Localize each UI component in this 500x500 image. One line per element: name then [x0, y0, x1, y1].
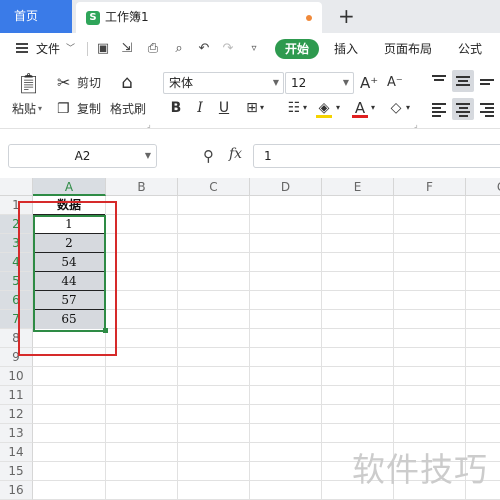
font-name-value: 宋体 — [169, 76, 194, 90]
undo-icon[interactable]: ↶ — [196, 41, 212, 57]
column-header-f[interactable]: F — [394, 178, 466, 196]
chevron-down-icon[interactable]: ﹀ — [66, 33, 75, 65]
menu-page-layout[interactable]: 页面布局 — [384, 33, 432, 65]
lines — [480, 79, 494, 87]
gridline — [177, 196, 178, 500]
select-all-corner[interactable] — [0, 178, 33, 196]
row-header[interactable]: 10 — [0, 367, 33, 386]
save-icon[interactable]: ▣ — [95, 41, 111, 57]
print-icon[interactable]: ⎙ — [145, 41, 161, 57]
chevron-down-icon: ▼ — [144, 151, 151, 160]
column-header-bar: A B C D E F G — [0, 178, 500, 196]
customize-toolbar-icon[interactable]: ▿ — [246, 41, 262, 57]
gridline — [33, 404, 500, 405]
copy-icon[interactable]: ❐ — [57, 100, 70, 118]
lines — [432, 103, 446, 119]
paste-chevron-icon[interactable]: ▾ — [38, 101, 42, 117]
chevron-down-icon[interactable]: ▾ — [333, 98, 343, 118]
chevron-down-icon[interactable]: ▾ — [368, 98, 378, 118]
name-box[interactable]: A2 ▼ — [8, 144, 157, 168]
align-middle-icon[interactable] — [452, 70, 474, 92]
gridline — [33, 423, 500, 424]
font-size-value: 12 — [291, 76, 307, 90]
gridline — [249, 196, 250, 500]
italic-button[interactable]: I — [190, 98, 210, 118]
unsaved-dot-icon — [306, 15, 312, 21]
tab-bar: 首页 S 工作簿1 + — [0, 0, 500, 33]
column-header-g[interactable]: G — [466, 178, 500, 196]
gridline — [33, 385, 500, 386]
chevron-down-icon[interactable]: ▾ — [300, 98, 310, 118]
format-painter-button[interactable]: 格式刷 — [110, 101, 146, 117]
column-header-c[interactable]: C — [178, 178, 250, 196]
align-left-icon[interactable] — [428, 98, 450, 120]
row-header[interactable]: 13 — [0, 424, 33, 443]
copy-button[interactable]: 复制 — [77, 101, 101, 117]
lines — [432, 75, 446, 83]
insert-function-button[interactable]: fx — [229, 146, 242, 162]
formula-input[interactable]: 1 — [253, 144, 500, 168]
font-name-select[interactable]: 宋体 ▼ — [163, 72, 284, 94]
increase-font-icon[interactable]: A⁺ — [360, 74, 378, 92]
column-header-a[interactable]: A — [33, 178, 106, 196]
lines — [456, 103, 470, 119]
menu-insert[interactable]: 插入 — [334, 33, 358, 65]
gridline — [321, 196, 322, 500]
chevron-down-icon[interactable]: ▾ — [257, 98, 267, 118]
format-painter-icon[interactable]: ⌂ — [117, 71, 137, 95]
align-right-icon[interactable] — [476, 98, 498, 120]
chevron-down-icon: ▼ — [272, 78, 279, 87]
row-header[interactable]: 14 — [0, 443, 33, 462]
column-header-b[interactable]: B — [106, 178, 178, 196]
ribbon: 📋︎ 粘贴 ▾ ✂ 剪切 ❐ 复制 ⌂ 格式刷 ⌟ 宋体 ▼ 12 ▼ A⁺ A… — [0, 65, 500, 129]
menu-row: 文件 ﹀ ▣ ⇲ ⎙ ⌕ ↶ ↷ ▿ 开始 插入 页面布局 公式 — [0, 33, 500, 65]
underline-button[interactable]: U — [214, 98, 234, 118]
row-header[interactable]: 11 — [0, 386, 33, 405]
decrease-font-icon[interactable]: A⁻ — [387, 74, 403, 92]
paste-icon[interactable]: 📋︎ — [16, 71, 41, 95]
scissors-icon[interactable]: ✂ — [57, 74, 70, 92]
watermark-text: 软件技巧 — [352, 450, 488, 489]
font-group-expander-icon[interactable]: ⌟ — [414, 120, 418, 129]
chevron-down-icon: ▼ — [342, 78, 349, 87]
tab-workbook-title: 工作簿1 — [105, 10, 149, 24]
chevron-down-icon[interactable]: ▾ — [403, 98, 413, 118]
lines — [480, 103, 494, 119]
cut-button[interactable]: 剪切 — [77, 75, 101, 91]
font-size-select[interactable]: 12 ▼ — [285, 72, 354, 94]
redo-icon[interactable]: ↷ — [220, 41, 236, 57]
formula-bar: A2 ▼ ⚲ fx 1 — [0, 141, 500, 173]
paste-button[interactable]: 粘贴 — [12, 101, 36, 117]
lines — [456, 76, 470, 88]
align-center-icon[interactable] — [452, 98, 474, 120]
name-box-value: A2 — [74, 149, 91, 163]
row-header[interactable]: 15 — [0, 462, 33, 481]
align-top-icon[interactable] — [428, 70, 450, 92]
menu-formula[interactable]: 公式 — [458, 33, 482, 65]
annotation-highlight-box — [18, 201, 117, 356]
tab-home[interactable]: 首页 — [0, 0, 72, 33]
fill-color-swatch — [316, 115, 332, 118]
zoom-icon[interactable]: ⚲ — [203, 147, 214, 165]
column-header-e[interactable]: E — [322, 178, 394, 196]
tab-workbook[interactable]: S 工作簿1 — [76, 2, 322, 33]
column-header-d[interactable]: D — [250, 178, 322, 196]
new-tab-button[interactable]: + — [338, 3, 355, 29]
row-header[interactable]: 16 — [0, 481, 33, 500]
font-color-swatch — [352, 115, 368, 118]
hamburger-icon[interactable] — [16, 43, 28, 53]
row-header[interactable]: 12 — [0, 405, 33, 424]
align-bottom-icon[interactable] — [476, 70, 498, 92]
spreadsheet-logo-icon: S — [86, 11, 100, 25]
divider — [87, 42, 88, 56]
clipboard-group-expander-icon[interactable]: ⌟ — [147, 120, 151, 129]
gridline — [33, 366, 500, 367]
menu-file[interactable]: 文件 — [36, 33, 60, 65]
bold-button[interactable]: B — [166, 98, 186, 118]
export-icon[interactable]: ⇲ — [119, 41, 135, 57]
tab-start[interactable]: 开始 — [275, 39, 319, 59]
print-preview-icon[interactable]: ⌕ — [171, 41, 187, 57]
